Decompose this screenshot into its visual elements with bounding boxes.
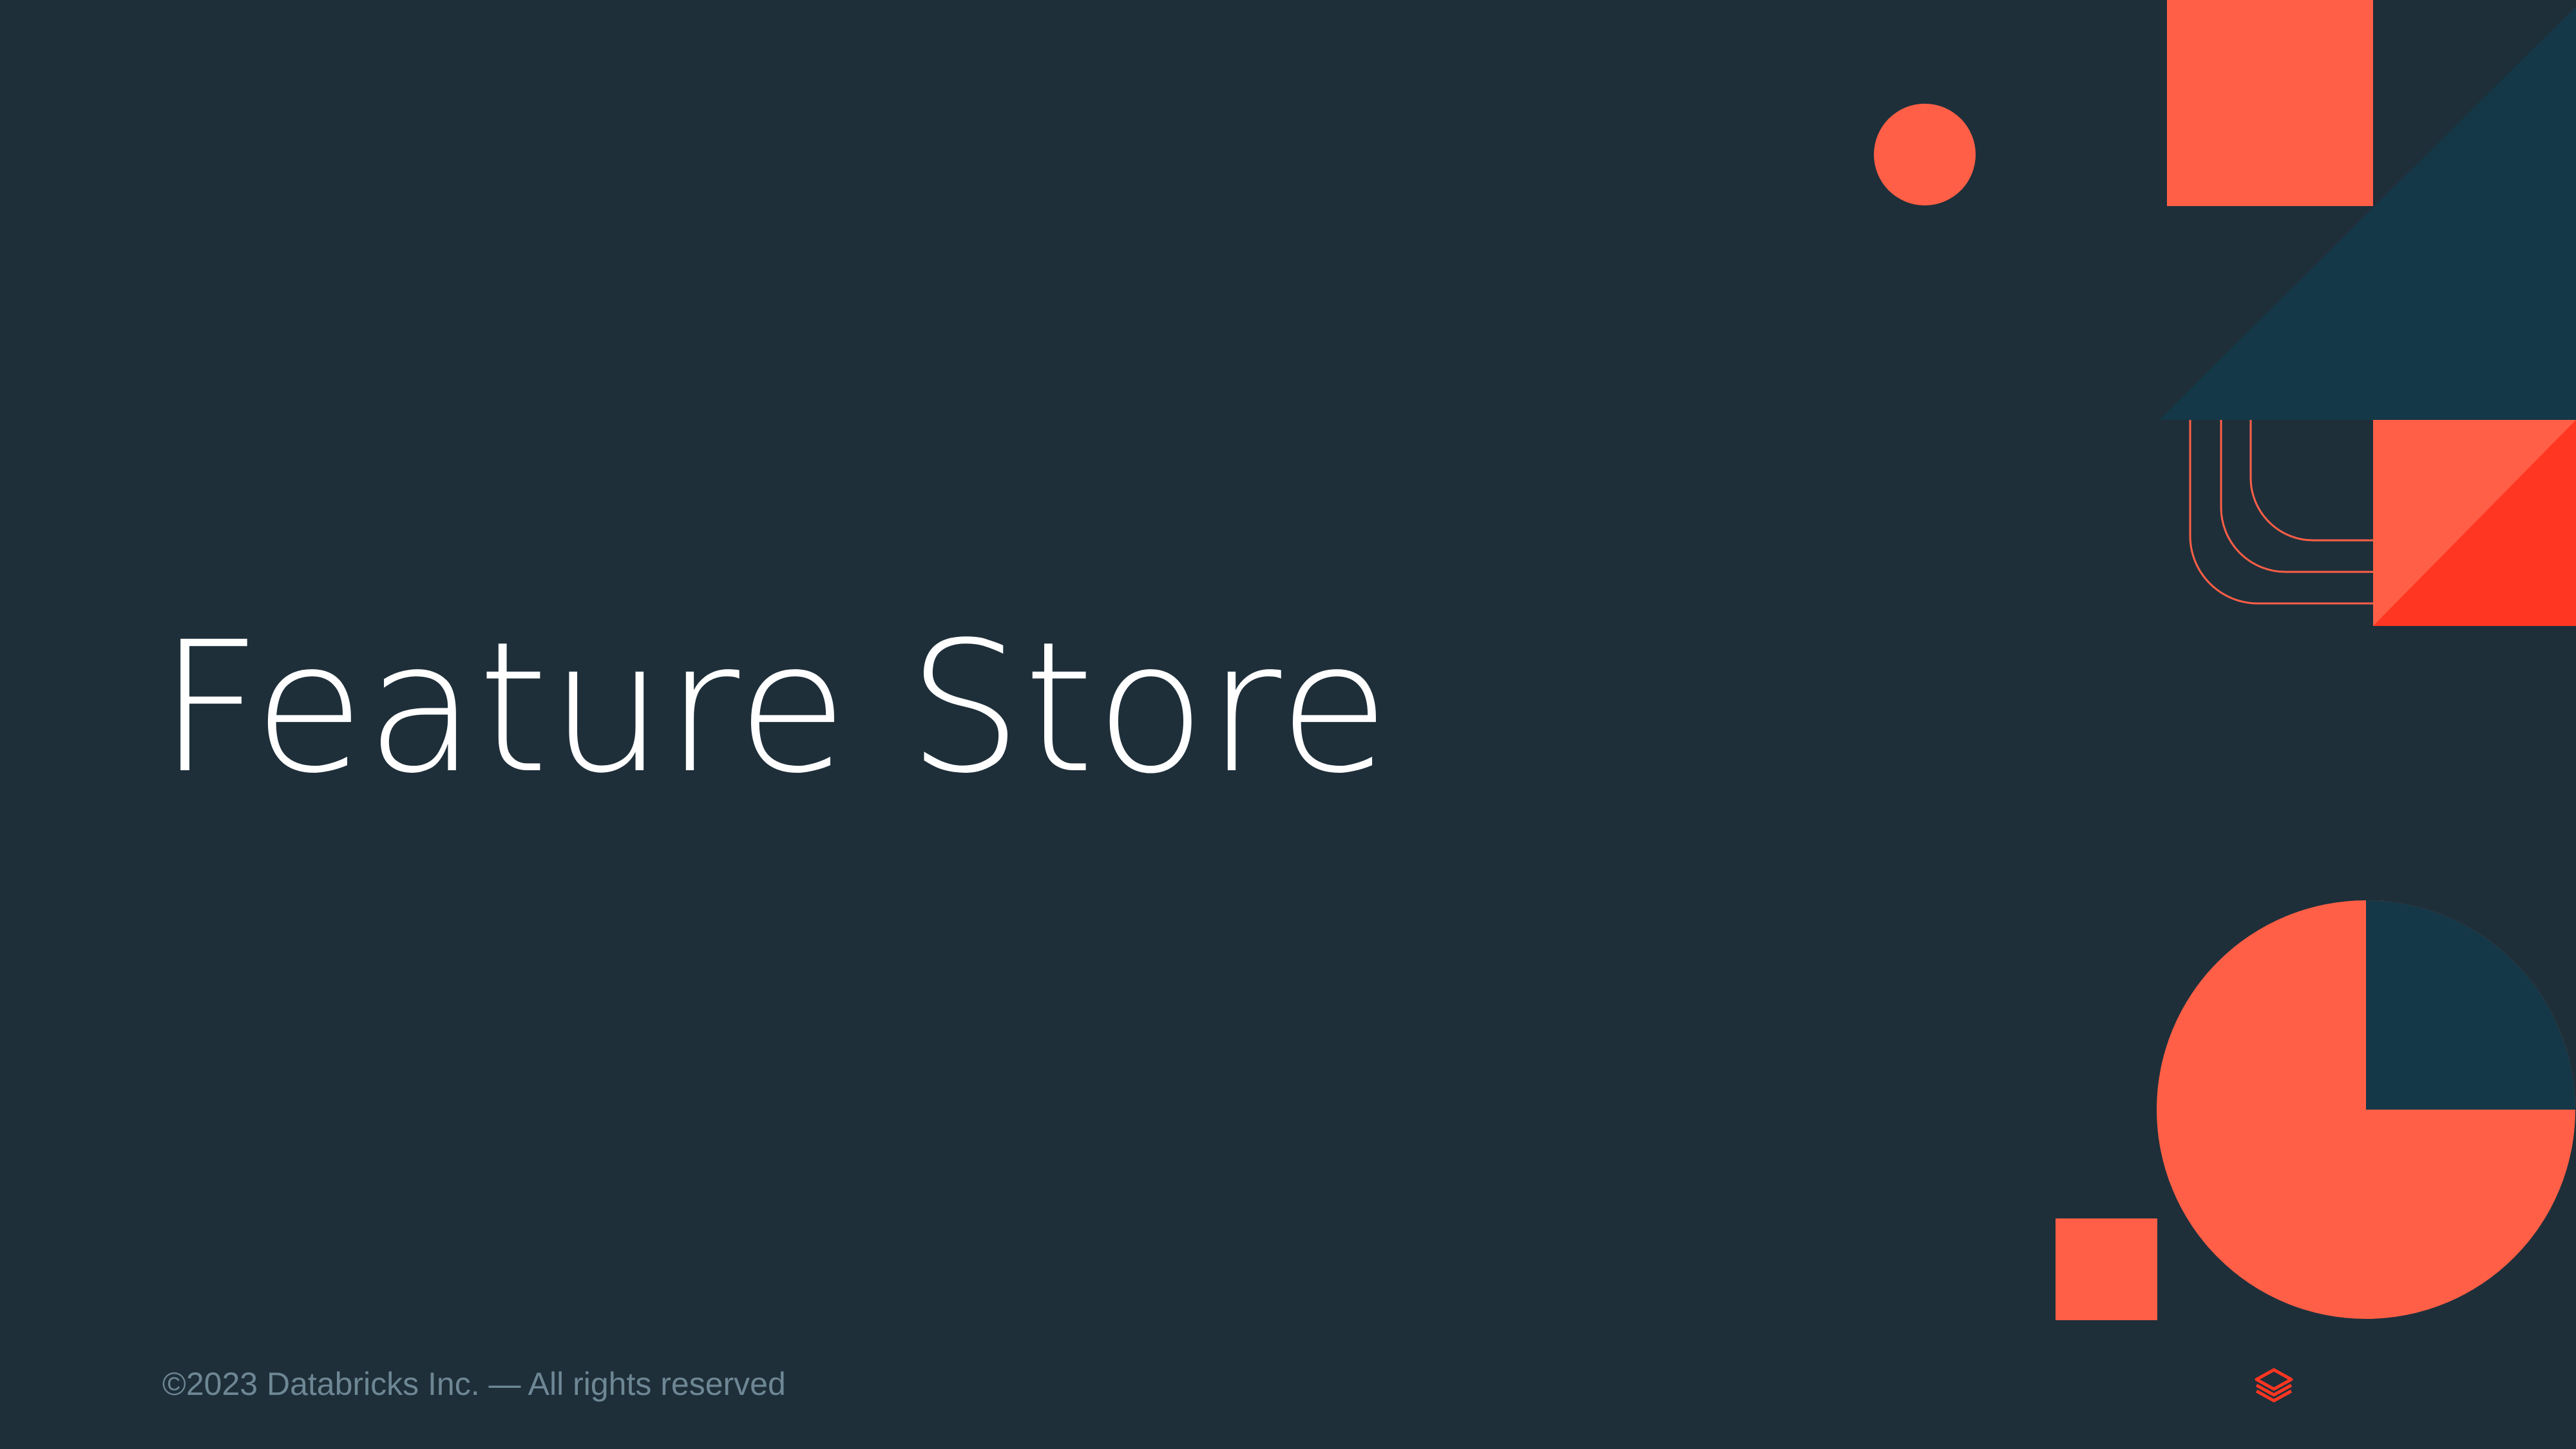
decor-top-square	[2167, 0, 2373, 206]
title-slide: Feature Store ©2023 Databricks Inc. — Al…	[0, 0, 2576, 1449]
decor-corner-arcs	[2189, 420, 2373, 605]
decor-circle	[1874, 104, 1976, 205]
databricks-logo-icon	[2255, 1368, 2293, 1403]
decor-bottom-square	[2056, 1218, 2157, 1320]
slide-title: Feature Store	[158, 603, 1391, 813]
copyright-footer: ©2023 Databricks Inc. — All rights reser…	[162, 1366, 786, 1402]
decor-pie-quarter	[2366, 900, 2575, 1110]
